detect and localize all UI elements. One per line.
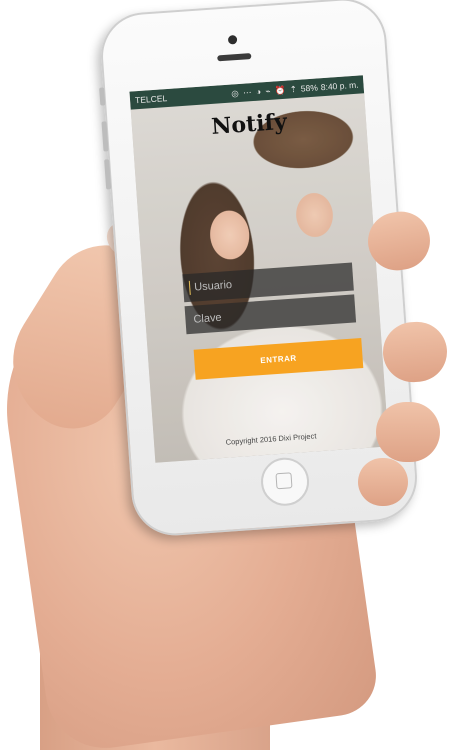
text-cursor — [188, 280, 191, 295]
phone-screen: TELCEL ◎ ⋯ ◑ ⌁ ⏰ ⇡ 58% 8:40 p. m. Notify… — [129, 75, 389, 463]
status-icons: ◎ ⋯ ◑ ⌁ ⏰ ⇡ — [230, 83, 299, 98]
finger-little — [358, 458, 408, 506]
earpiece-speaker — [217, 53, 252, 62]
volume-up-button — [101, 121, 109, 152]
password-input[interactable] — [191, 301, 356, 327]
finger-ring — [376, 402, 440, 462]
username-input[interactable] — [191, 269, 354, 295]
clock: 8:40 p. m. — [320, 79, 359, 93]
mute-switch — [99, 87, 106, 106]
volume-down-button — [104, 159, 112, 190]
battery-level: 58% — [300, 82, 319, 94]
carrier-name: TELCEL — [134, 93, 168, 106]
phone-device: TELCEL ◎ ⋯ ◑ ⌁ ⏰ ⇡ 58% 8:40 p. m. Notify… — [98, 0, 420, 539]
front-camera — [227, 34, 238, 45]
home-button[interactable] — [259, 456, 311, 508]
